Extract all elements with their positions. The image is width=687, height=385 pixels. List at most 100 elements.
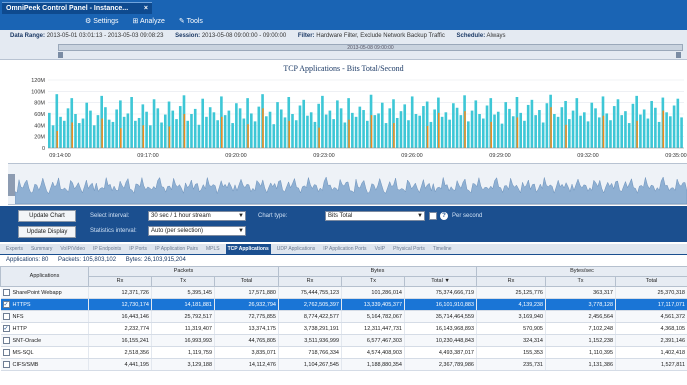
bar-http[interactable] [130, 97, 133, 148]
bar-http[interactable] [448, 119, 451, 148]
overview-strip[interactable] [8, 163, 687, 205]
bar-http[interactable] [545, 103, 549, 148]
bar-http[interactable] [92, 125, 96, 148]
bar-http[interactable] [137, 117, 141, 148]
bar-http[interactable] [186, 120, 190, 148]
bar-http[interactable] [264, 116, 268, 148]
bar-http[interactable] [62, 120, 66, 148]
bar-other[interactable] [516, 117, 519, 148]
bar-http[interactable] [122, 116, 126, 148]
bar-other[interactable] [262, 108, 264, 148]
bar-other[interactable] [247, 124, 249, 148]
bar-http[interactable] [89, 110, 92, 148]
bar-http[interactable] [440, 116, 444, 148]
bar-http[interactable] [283, 117, 287, 148]
application-name-cell[interactable]: ✓ HTTP [0, 322, 89, 335]
bar-http[interactable] [212, 112, 216, 148]
bar-http[interactable] [66, 108, 70, 148]
bar-http[interactable] [646, 118, 650, 148]
bar-http[interactable] [590, 102, 594, 148]
table-row[interactable]: SNT-Oracle 16,155,241 16,993,993 44,765,805… [0, 334, 687, 347]
checkbox-icon[interactable] [2, 361, 10, 368]
checkbox-icon[interactable] [2, 313, 10, 320]
col-header-4[interactable]: Rx [278, 276, 342, 287]
bar-http[interactable] [493, 114, 496, 148]
bar-http[interactable] [279, 109, 283, 148]
bar-other[interactable] [221, 116, 223, 148]
bar-http[interactable] [459, 115, 463, 148]
bar-http[interactable] [253, 121, 257, 148]
bar-http[interactable] [657, 121, 661, 148]
menu-analyze[interactable]: ⊞ Analyze [133, 16, 165, 28]
bar-http[interactable] [627, 123, 631, 148]
col-header-5[interactable]: Tx [341, 276, 405, 287]
bar-other[interactable] [168, 126, 171, 148]
bar-http[interactable] [201, 98, 205, 148]
bar-http[interactable] [362, 110, 365, 148]
bar-http[interactable] [321, 95, 324, 148]
col-header-6[interactable]: Total ▼ [404, 276, 477, 287]
tab-summary[interactable]: Summary [29, 244, 54, 254]
tab-timeline[interactable]: Timeline [431, 244, 454, 254]
select-interval-dropdown[interactable]: 30 sec / 1 hour stream ▼ [148, 211, 246, 221]
bar-http[interactable] [235, 103, 238, 148]
bar-http[interactable] [107, 119, 111, 148]
col-header-applications[interactable]: Applications [0, 266, 89, 287]
bar-http[interactable] [208, 107, 212, 148]
bar-http[interactable] [605, 113, 609, 148]
bar-http[interactable] [639, 114, 642, 148]
bar-http[interactable] [553, 114, 556, 148]
bar-http[interactable] [496, 111, 500, 148]
bar-http[interactable] [624, 111, 627, 148]
bar-http[interactable] [508, 108, 511, 148]
bar-http[interactable] [616, 99, 620, 148]
bar-http[interactable] [48, 112, 51, 148]
bar-other[interactable] [142, 125, 145, 148]
statistics-interval-dropdown[interactable]: Auto (per selection) ▼ [148, 226, 246, 236]
bar-http[interactable] [343, 122, 347, 149]
bar-http[interactable] [250, 113, 253, 148]
bar-http[interactable] [538, 110, 541, 148]
overview-handle[interactable] [8, 174, 15, 196]
bar-http[interactable] [216, 120, 219, 148]
bar-http[interactable] [152, 99, 156, 148]
bar-http[interactable] [51, 125, 55, 148]
bar-http[interactable] [568, 119, 571, 148]
bar-http[interactable] [126, 113, 130, 148]
bar-http[interactable] [642, 109, 646, 148]
table-row[interactable]: NFS 16,443,146 25,792,517 72,775,855 8,774,4… [0, 310, 687, 323]
bar-http[interactable] [672, 105, 676, 149]
schedule-value[interactable]: Always [487, 33, 506, 39]
bar-other[interactable] [550, 107, 552, 148]
bar-http[interactable] [223, 115, 227, 148]
bar-http[interactable] [556, 116, 560, 148]
bar-http[interactable] [467, 121, 470, 148]
bar-http[interactable] [620, 115, 624, 148]
menu-tools[interactable]: ✎ Tools [179, 16, 203, 28]
col-header-1[interactable]: Rx [88, 276, 152, 287]
bar-http[interactable] [631, 103, 635, 148]
bar-http[interactable] [504, 102, 508, 148]
bar-other[interactable] [636, 120, 638, 148]
tab-voip[interactable]: VoIP [373, 244, 388, 254]
bar-http[interactable] [422, 106, 425, 148]
bar-http[interactable] [433, 109, 436, 148]
update-chart-button[interactable]: Update Chart [18, 210, 76, 222]
bar-http[interactable] [197, 124, 201, 148]
tab-udp-applications[interactable]: UDP Applications [275, 244, 318, 254]
bar-http[interactable] [332, 119, 335, 148]
bar-http[interactable] [594, 108, 597, 148]
bar-http[interactable] [231, 123, 234, 148]
bar-http[interactable] [575, 98, 579, 148]
bar-http[interactable] [530, 99, 534, 148]
bar-http[interactable] [291, 114, 294, 148]
checked-checkbox-icon[interactable]: ✓ [2, 301, 10, 308]
col-header-2[interactable]: Tx [151, 276, 215, 287]
application-name-cell[interactable]: NFS [0, 310, 89, 323]
bar-http[interactable] [81, 118, 85, 148]
bar-http[interactable] [519, 112, 523, 148]
bar-chart[interactable]: 0 20M 40M 60M 80M 100M 120M 09:14:00 09:17:00 09:… [0, 62, 687, 162]
bar-http[interactable] [541, 122, 545, 149]
bar-other[interactable] [490, 121, 492, 148]
bar-other[interactable] [71, 122, 73, 149]
